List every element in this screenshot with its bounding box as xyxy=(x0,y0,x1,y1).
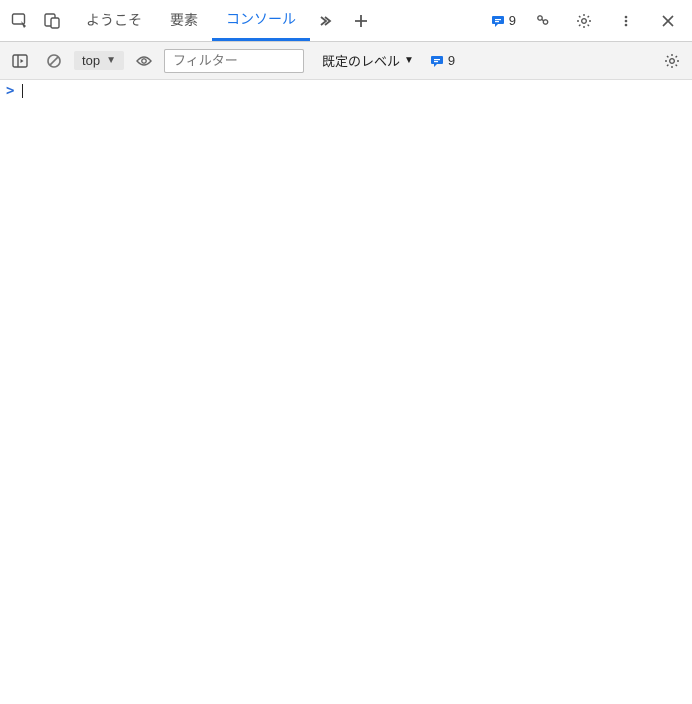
tab-label: コンソール xyxy=(226,9,296,29)
context-label: top xyxy=(82,53,100,68)
chat-bubble-icon xyxy=(491,14,505,28)
console-toolbar: top ▼ 既定のレベル ▼ 9 xyxy=(0,42,692,80)
filter-input[interactable] xyxy=(164,49,304,73)
log-level-select[interactable]: 既定のレベル ▼ xyxy=(318,51,418,70)
close-devtools-icon[interactable] xyxy=(652,5,684,37)
console-body[interactable]: > xyxy=(0,80,692,704)
kebab-menu-icon[interactable] xyxy=(610,5,642,37)
tabbar-right-group: 9 xyxy=(491,5,688,37)
chevron-down-icon: ▼ xyxy=(404,55,414,66)
toolbar-issues-badge[interactable]: 9 xyxy=(430,53,455,68)
devtools-tabbar: ようこそ 要素 コンソール 9 xyxy=(0,0,692,42)
text-cursor xyxy=(22,84,23,98)
settings-gear-icon[interactable] xyxy=(568,5,600,37)
toggle-sidebar-icon[interactable] xyxy=(6,47,34,75)
add-tab-icon[interactable] xyxy=(346,14,376,28)
send-feedback-icon[interactable] xyxy=(526,5,558,37)
device-toolbar-icon[interactable] xyxy=(36,5,68,37)
issues-count: 9 xyxy=(509,13,516,28)
chat-bubble-icon xyxy=(430,54,444,68)
issues-badge[interactable]: 9 xyxy=(491,13,516,28)
level-label: 既定のレベル xyxy=(322,51,400,70)
tab-label: ようこそ xyxy=(86,10,142,30)
tab-label: 要素 xyxy=(170,10,198,30)
console-prompt[interactable]: > xyxy=(0,80,692,102)
console-settings-gear-icon[interactable] xyxy=(658,47,686,75)
panel-tabs: ようこそ 要素 コンソール xyxy=(72,0,310,41)
prompt-arrow-icon: > xyxy=(6,83,14,99)
live-expression-icon[interactable] xyxy=(130,47,158,75)
clear-console-icon[interactable] xyxy=(40,47,68,75)
chevron-down-icon: ▼ xyxy=(106,55,116,66)
execution-context-select[interactable]: top ▼ xyxy=(74,51,124,70)
inspect-element-icon[interactable] xyxy=(4,5,36,37)
tab-console[interactable]: コンソール xyxy=(212,0,310,41)
toolbar-issues-count: 9 xyxy=(448,53,455,68)
more-tabs-icon[interactable] xyxy=(310,14,340,28)
tab-welcome[interactable]: ようこそ xyxy=(72,0,156,41)
tab-elements[interactable]: 要素 xyxy=(156,0,212,41)
